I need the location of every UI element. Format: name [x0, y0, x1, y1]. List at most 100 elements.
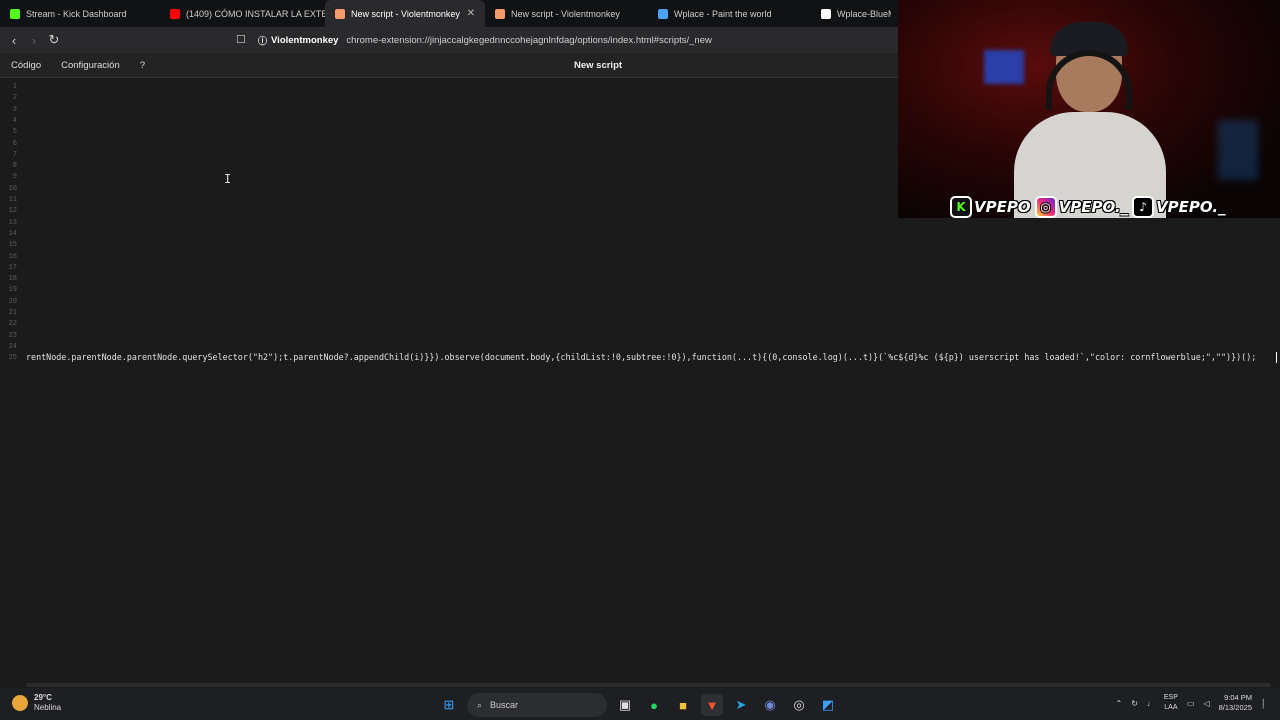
webcam-overlay: K VPEPO ◎ VPEPO._ ♪ VPEPO._ — [898, 0, 1280, 218]
brave-browser-icon[interactable]: ▼ — [701, 694, 723, 716]
line-number: 23 — [8, 331, 17, 340]
chevron-up-icon[interactable]: ⌃ — [1115, 699, 1122, 708]
line-number-gutter: 1 2 3 4 5 6 7 8 9 10 11 12 13 14 15 16 17 18 19 20 21 22 23 24 2… — [0, 78, 22, 684]
search-icon: ⌕ — [477, 699, 483, 710]
violentmonkey-icon — [335, 8, 345, 19]
language-code: ESP — [1163, 694, 1178, 701]
page-title: New script — [574, 60, 623, 71]
browser-tab[interactable]: New script - Violentmonkey ✕ — [325, 0, 485, 27]
line-number: 17 — [8, 263, 17, 272]
line-number: 24 — [8, 342, 17, 351]
instagram-handle-text: VPEPO._ — [1058, 198, 1129, 216]
forward-icon[interactable]: › — [24, 33, 44, 48]
show-desktop-icon[interactable]: │ — [1261, 699, 1266, 708]
line-number: 16 — [8, 252, 17, 261]
line-number: 22 — [8, 320, 17, 329]
clock-date: 8/13/2025 — [1218, 703, 1252, 712]
line-number: 4 — [12, 116, 17, 125]
line-number: 25 — [8, 354, 17, 363]
browser-tab-label: Wplace - Paint the world — [674, 8, 772, 19]
clock-time: 9:04 PM — [1224, 693, 1252, 702]
site-info-icon: ⓘ — [258, 35, 268, 46]
clock[interactable]: 9:04 PM 8/13/2025 — [1219, 693, 1252, 713]
github-icon — [821, 8, 831, 19]
browser-tab[interactable]: (1409) CÓMO INSTALAR LA EXTENSI — [160, 0, 325, 27]
site-info[interactable]: ⓘ Violentmonkey — [258, 34, 338, 47]
text-cursor — [1276, 352, 1277, 363]
tab-settings[interactable]: Configuración — [51, 60, 130, 71]
weather-desc: Neblina — [34, 703, 62, 712]
weather-widget[interactable]: 29°C Neblina — [12, 693, 61, 713]
refresh-tray-icon[interactable]: ↻ — [1131, 699, 1138, 708]
discord-icon[interactable]: ◉ — [759, 694, 781, 716]
browser-tab[interactable]: New script - Violentmonkey — [485, 0, 648, 27]
browser-tab[interactable]: Wplace - Paint the world — [648, 0, 811, 27]
spotify-icon[interactable]: ● — [643, 694, 665, 716]
line-number: 18 — [8, 275, 17, 284]
bookmark-icon[interactable]: ☐ — [236, 33, 246, 46]
social-handles: K VPEPO ◎ VPEPO._ ♪ VPEPO._ — [950, 196, 1226, 218]
line-number: 14 — [8, 229, 17, 238]
url-text: chrome-extension://jinjaccalgkegednnccoh… — [346, 34, 712, 46]
taskbar-search[interactable]: ⌕ Buscar — [467, 693, 607, 717]
violentmonkey-icon — [495, 8, 505, 19]
line-number: 10 — [8, 184, 17, 193]
file-explorer-icon[interactable]: ■ — [672, 694, 694, 716]
browser-tab-label: Stream - Kick Dashboard — [26, 8, 127, 19]
taskbar-apps: ⊞ ⌕ Buscar ▣ ● ■ ▼ ➤ ◉ ◎ ◩ — [438, 693, 839, 717]
search-label: Buscar — [490, 700, 519, 710]
browser-tab-label: Wplace-BlueM — [837, 8, 891, 19]
kick-handle: K VPEPO — [950, 196, 1031, 218]
weather-icon — [12, 695, 28, 711]
taskbar: 29°C Neblina ⊞ ⌕ Buscar ▣ ● ■ ▼ ➤ ◉ ◎ ◩ … — [0, 688, 1280, 720]
instagram-handle: ◎ VPEPO._ — [1034, 196, 1129, 218]
tiktok-icon: ♪ — [1132, 196, 1155, 218]
help-button[interactable]: ? — [130, 60, 155, 71]
line-number: 13 — [8, 218, 17, 227]
browser-tab[interactable]: Wplace-BlueM — [811, 0, 891, 27]
browser-tab-label: New script - Violentmonkey — [351, 8, 460, 19]
back-icon[interactable]: ‹ — [4, 33, 24, 48]
close-tab-icon[interactable]: ✕ — [467, 8, 475, 19]
tiktok-handle: ♪ VPEPO._ — [1132, 196, 1226, 218]
obs-icon[interactable]: ◎ — [788, 694, 810, 716]
line-number: 1 — [12, 83, 17, 91]
code-line-25[interactable]: rentNode.parentNode.parentNode.querySele… — [26, 352, 1256, 362]
kick-icon: K — [950, 196, 972, 218]
system-tray: ⌃ ↻ ♩ ESP LAA ▭ ◁ 9:04 PM 8/13/2025 │ — [1115, 693, 1266, 713]
line-number: 12 — [8, 207, 17, 216]
youtube-icon — [170, 8, 180, 19]
windows-start-icon[interactable]: ⊞ — [438, 694, 460, 716]
language-indicator[interactable]: ESP LAA — [1164, 693, 1178, 713]
reload-icon[interactable]: ↻ — [44, 32, 64, 48]
horizontal-scrollbar[interactable] — [26, 683, 1271, 687]
site-name: Violentmonkey — [271, 34, 339, 46]
line-number: 5 — [12, 128, 17, 137]
line-number: 8 — [12, 162, 17, 171]
tab-code[interactable]: Código — [0, 60, 51, 71]
telegram-icon[interactable]: ➤ — [730, 694, 752, 716]
line-number: 21 — [8, 309, 17, 317]
tiktok-handle-text: VPEPO._ — [1156, 198, 1226, 216]
kick-handle-text: VPEPO — [974, 198, 1031, 216]
microphone-icon[interactable]: ♩ — [1147, 699, 1155, 708]
background-light — [1218, 120, 1258, 180]
weather-temp: 29°C — [34, 693, 52, 702]
line-number: 7 — [12, 150, 17, 159]
line-number: 9 — [12, 173, 17, 182]
app-icon[interactable]: ◩ — [817, 694, 839, 716]
task-view-icon[interactable]: ▣ — [614, 694, 636, 716]
line-number: 3 — [12, 105, 17, 114]
wplace-icon — [658, 8, 668, 19]
browser-tab[interactable]: Stream - Kick Dashboard — [0, 0, 160, 27]
browser-tab-label: (1409) CÓMO INSTALAR LA EXTENSI — [186, 8, 325, 19]
line-number: 15 — [8, 241, 17, 250]
browser-tab-label: New script - Violentmonkey — [511, 8, 620, 19]
mouse-ibeam-cursor-icon: I — [224, 172, 232, 186]
instagram-icon: ◎ — [1034, 196, 1057, 218]
kick-icon — [10, 8, 20, 19]
language-layout: LAA — [1164, 704, 1178, 711]
network-icon[interactable]: ▭ — [1187, 699, 1195, 708]
volume-icon[interactable]: ◁ — [1203, 699, 1209, 708]
line-number: 11 — [8, 196, 17, 204]
